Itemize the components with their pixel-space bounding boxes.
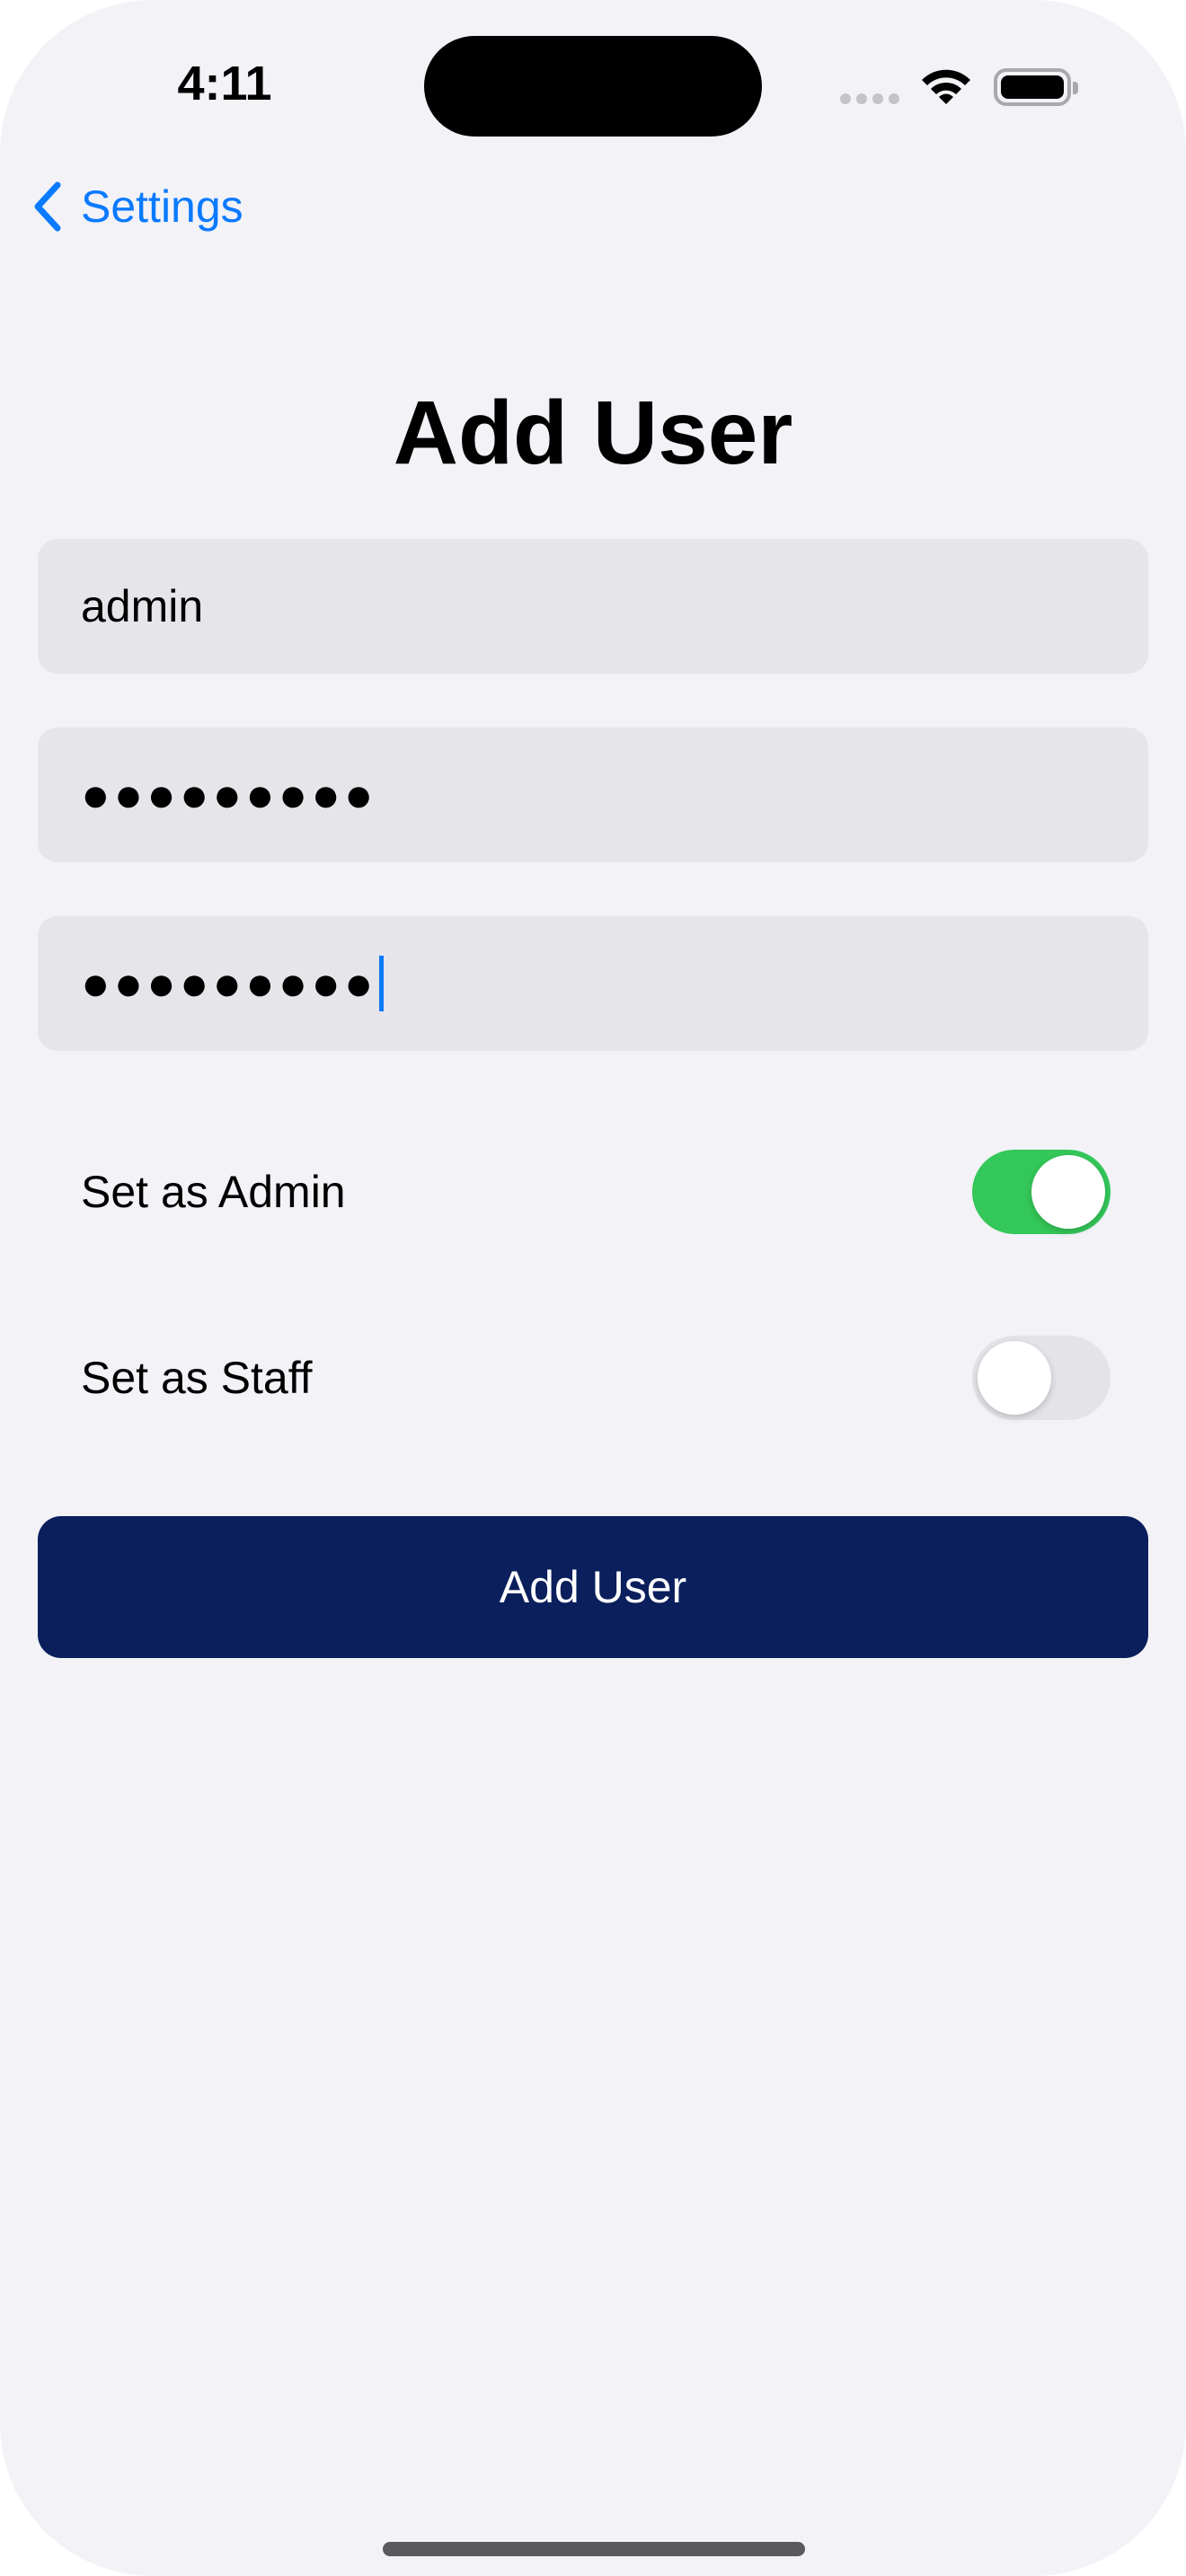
cellular-signal-icon bbox=[840, 93, 899, 104]
toggle-knob bbox=[978, 1341, 1051, 1415]
username-value: admin bbox=[81, 581, 204, 631]
dynamic-island bbox=[424, 36, 762, 137]
home-indicator[interactable] bbox=[383, 2542, 805, 2556]
toggle-knob bbox=[1031, 1155, 1105, 1229]
add-user-button[interactable]: Add User bbox=[38, 1516, 1148, 1658]
admin-toggle-label: Set as Admin bbox=[81, 1167, 346, 1217]
battery-icon bbox=[994, 68, 1078, 106]
phone-screen: 4:11 Settings Add User admin ●●●●●●●●● ●… bbox=[0, 0, 1186, 2576]
wifi-icon bbox=[922, 69, 970, 104]
admin-toggle-switch[interactable] bbox=[972, 1150, 1111, 1234]
page-title: Add User bbox=[393, 383, 793, 483]
staff-toggle-row: Set as Staff bbox=[38, 1333, 1148, 1423]
back-button-label: Settings bbox=[81, 181, 243, 232]
back-button[interactable]: Settings bbox=[31, 180, 243, 234]
confirm-password-field[interactable]: ●●●●●●●●● bbox=[38, 916, 1148, 1051]
add-user-button-label: Add User bbox=[499, 1562, 687, 1612]
status-time: 4:11 bbox=[177, 57, 272, 110]
text-cursor bbox=[378, 956, 384, 1011]
staff-toggle-switch[interactable] bbox=[972, 1336, 1111, 1420]
confirm-password-value: ●●●●●●●●● bbox=[81, 957, 377, 1010]
password-field[interactable]: ●●●●●●●●● bbox=[38, 728, 1148, 862]
username-field[interactable]: admin bbox=[38, 539, 1148, 674]
staff-toggle-label: Set as Staff bbox=[81, 1353, 313, 1403]
chevron-left-icon bbox=[34, 181, 61, 232]
admin-toggle-row: Set as Admin bbox=[38, 1147, 1148, 1237]
password-value: ●●●●●●●●● bbox=[81, 768, 377, 822]
